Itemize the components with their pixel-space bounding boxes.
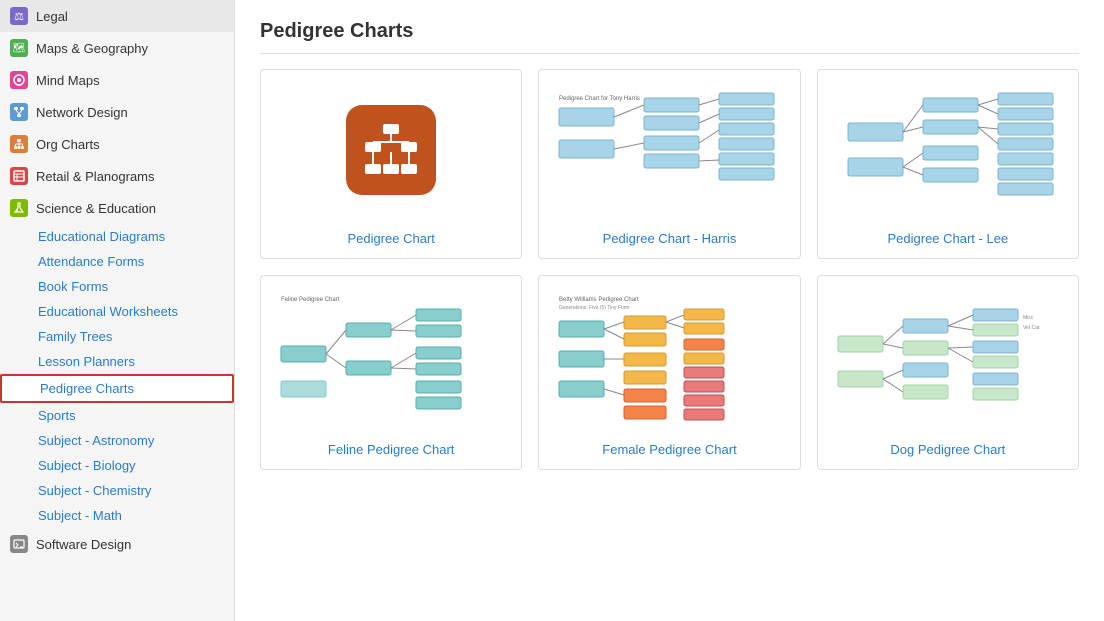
sidebar-item-software[interactable]: Software Design <box>0 528 234 560</box>
sidebar-item-subject-math[interactable]: Subject - Math <box>0 503 234 528</box>
sidebar-item-legal[interactable]: ⚖ Legal <box>0 0 234 32</box>
science-icon <box>10 199 28 217</box>
sub-item-label: Family Trees <box>38 329 112 344</box>
sub-item-label: Educational Diagrams <box>38 229 165 244</box>
card-label-female: Female Pedigree Chart <box>602 442 736 457</box>
sub-item-label: Attendance Forms <box>38 254 144 269</box>
card-female-pedigree[interactable]: Betty Williams Pedigree Chart Generation… <box>538 275 800 470</box>
card-label-pedigree: Pedigree Chart <box>347 231 434 246</box>
sidebar-item-retail[interactable]: Retail & Planograms <box>0 160 234 192</box>
sidebar-item-org[interactable]: Org Charts <box>0 128 234 160</box>
sub-item-label: Subject - Biology <box>38 458 136 473</box>
sidebar-item-attendance-forms[interactable]: Attendance Forms <box>0 249 234 274</box>
sidebar-label-org: Org Charts <box>36 137 100 152</box>
sidebar-item-subject-chemistry[interactable]: Subject - Chemistry <box>0 478 234 503</box>
sidebar-item-subject-astronomy[interactable]: Subject - Astronomy <box>0 428 234 453</box>
sidebar-label-network: Network Design <box>36 105 128 120</box>
svg-text:Betty Williams Pedigree Chart: Betty Williams Pedigree Chart <box>559 297 639 303</box>
sidebar-item-book-forms[interactable]: Book Forms <box>0 274 234 299</box>
card-image-lee <box>828 85 1068 215</box>
card-image-pedigree <box>271 85 511 215</box>
sidebar-item-educational-diagrams[interactable]: Educational Diagrams <box>0 224 234 249</box>
software-icon <box>10 535 28 553</box>
sub-item-label: Subject - Astronomy <box>38 433 154 448</box>
card-feline-pedigree[interactable]: Feline Pedigree Chart <box>260 275 522 470</box>
sub-item-label: Lesson Planners <box>38 354 135 369</box>
sidebar: ⚖ Legal 🗺 Maps & Geography Mind Maps Net… <box>0 0 235 621</box>
sidebar-item-science[interactable]: Science & Education <box>0 192 234 224</box>
sub-item-label: Subject - Math <box>38 508 122 523</box>
card-dog-pedigree[interactable]: Misc Vet Cat Dog Pedigree Chart <box>817 275 1079 470</box>
sidebar-label-maps: Maps & Geography <box>36 41 148 56</box>
card-image-harris: Pedigree Chart for Tony Harris <box>549 85 789 215</box>
sidebar-label-science: Science & Education <box>36 201 156 216</box>
main-content: Pedigree Charts <box>235 0 1104 621</box>
sidebar-item-subject-biology[interactable]: Subject - Biology <box>0 453 234 478</box>
sidebar-label-software: Software Design <box>36 537 131 552</box>
sub-item-label: Book Forms <box>38 279 108 294</box>
sidebar-label-mind: Mind Maps <box>36 73 100 88</box>
mind-icon <box>10 71 28 89</box>
cards-grid: Pedigree Chart Pedigree Chart for Tony H… <box>260 69 1079 470</box>
sidebar-item-sports[interactable]: Sports <box>0 403 234 428</box>
sub-item-label: Pedigree Charts <box>40 381 134 396</box>
legal-icon: ⚖ <box>10 7 28 25</box>
card-pedigree-chart[interactable]: Pedigree Chart <box>260 69 522 259</box>
card-label-feline: Feline Pedigree Chart <box>328 442 454 457</box>
svg-text:Generations: Five (5) Tiny For: Generations: Five (5) Tiny Form <box>559 305 630 311</box>
org-icon <box>10 135 28 153</box>
sidebar-item-mind[interactable]: Mind Maps <box>0 64 234 96</box>
card-image-feline: Feline Pedigree Chart <box>271 291 511 426</box>
card-image-dog: Misc Vet Cat <box>828 291 1068 426</box>
pedigree-icon-bg <box>346 105 436 195</box>
sidebar-item-family-trees[interactable]: Family Trees <box>0 324 234 349</box>
sidebar-item-network[interactable]: Network Design <box>0 96 234 128</box>
svg-text:Misc: Misc <box>1023 315 1034 321</box>
sidebar-item-lesson-planners[interactable]: Lesson Planners <box>0 349 234 374</box>
sidebar-item-maps[interactable]: 🗺 Maps & Geography <box>0 32 234 64</box>
maps-icon: 🗺 <box>10 39 28 57</box>
sidebar-label-legal: Legal <box>36 9 68 24</box>
page-title: Pedigree Charts <box>260 20 1079 54</box>
card-pedigree-lee[interactable]: Pedigree Chart - Lee <box>817 69 1079 259</box>
sub-item-label: Educational Worksheets <box>38 304 178 319</box>
card-label-lee: Pedigree Chart - Lee <box>887 231 1008 246</box>
card-pedigree-harris[interactable]: Pedigree Chart for Tony Harris <box>538 69 800 259</box>
svg-text:Vet Cat: Vet Cat <box>1023 325 1040 331</box>
card-image-female: Betty Williams Pedigree Chart Generation… <box>549 291 789 426</box>
svg-text:Feline Pedigree Chart: Feline Pedigree Chart <box>281 297 340 303</box>
sub-item-label: Subject - Chemistry <box>38 483 151 498</box>
retail-icon <box>10 167 28 185</box>
sub-item-label: Sports <box>38 408 76 423</box>
sidebar-item-pedigree-charts[interactable]: Pedigree Charts <box>0 374 234 403</box>
card-label-dog: Dog Pedigree Chart <box>890 442 1005 457</box>
card-label-harris: Pedigree Chart - Harris <box>603 231 737 246</box>
sidebar-label-retail: Retail & Planograms <box>36 169 155 184</box>
network-icon <box>10 103 28 121</box>
science-sub-items: Educational Diagrams Attendance Forms Bo… <box>0 224 234 528</box>
svg-text:Pedigree Chart for Tony Harris: Pedigree Chart for Tony Harris <box>559 96 640 102</box>
sidebar-item-educational-worksheets[interactable]: Educational Worksheets <box>0 299 234 324</box>
